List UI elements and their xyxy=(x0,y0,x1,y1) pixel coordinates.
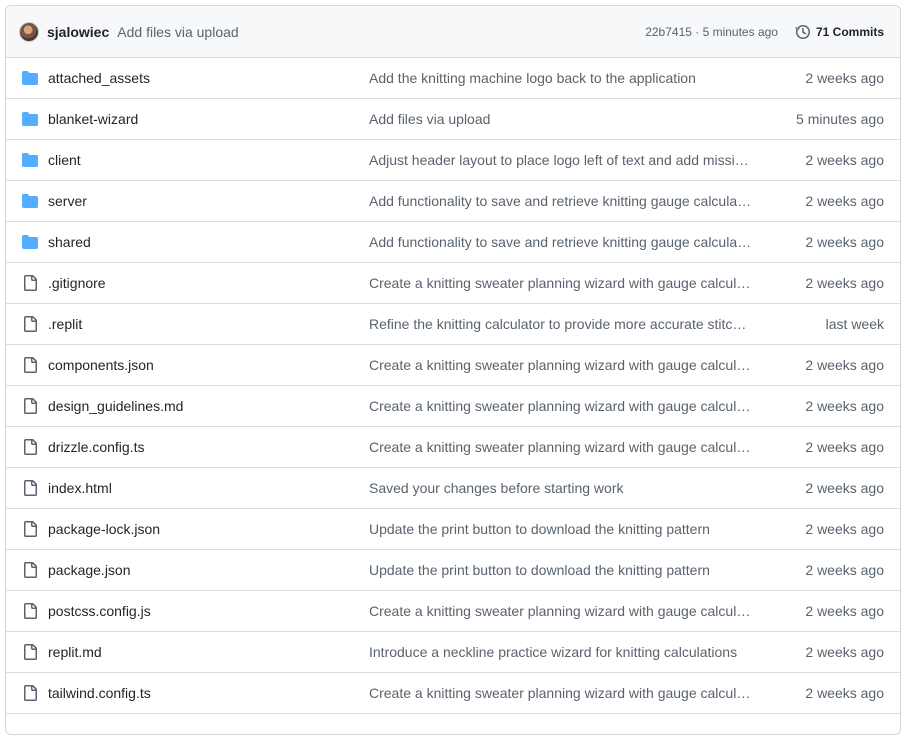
commit-message-link[interactable]: Create a knitting sweater planning wizar… xyxy=(369,603,754,619)
commit-message-link[interactable]: Add functionality to save and retrieve k… xyxy=(369,234,754,250)
commit-message-link[interactable]: Adjust header layout to place logo left … xyxy=(369,152,754,168)
commit-age: 2 weeks ago xyxy=(805,357,884,373)
file-name-link[interactable]: design_guidelines.md xyxy=(48,398,369,414)
file-icon xyxy=(22,480,38,496)
file-row[interactable]: shared Add functionality to save and ret… xyxy=(6,222,900,263)
commit-age: 2 weeks ago xyxy=(805,521,884,537)
file-icon xyxy=(22,521,38,537)
file-icon xyxy=(22,644,38,660)
file-name-link[interactable]: replit.md xyxy=(48,644,369,660)
file-row[interactable]: package-lock.json Update the print butto… xyxy=(6,509,900,550)
file-icon xyxy=(22,603,38,619)
commit-message-link[interactable]: Create a knitting sweater planning wizar… xyxy=(369,685,754,701)
commit-age: 2 weeks ago xyxy=(805,603,884,619)
file-name-link[interactable]: package.json xyxy=(48,562,369,578)
folder-icon xyxy=(22,111,38,127)
commit-age: 5 minutes ago xyxy=(796,111,884,127)
folder-icon xyxy=(22,193,38,209)
file-name-link[interactable]: shared xyxy=(48,234,369,250)
file-name-link[interactable]: server xyxy=(48,193,369,209)
commits-count-label: 71 Commits xyxy=(815,24,884,39)
file-icon xyxy=(22,685,38,701)
repo-file-browser: sjalowiec Add files via upload 22b7415 ·… xyxy=(5,5,901,735)
file-name-link[interactable]: .gitignore xyxy=(48,275,369,291)
commit-message-link[interactable]: Create a knitting sweater planning wizar… xyxy=(369,357,754,373)
commit-age: 2 weeks ago xyxy=(805,70,884,86)
commit-message-link[interactable]: Update the print button to download the … xyxy=(369,521,754,537)
commit-age: 2 weeks ago xyxy=(805,398,884,414)
commit-age: 2 weeks ago xyxy=(805,480,884,496)
file-row[interactable]: attached_assets Add the knitting machine… xyxy=(6,58,900,99)
commit-sha-time[interactable]: 22b7415 · 5 minutes ago xyxy=(645,25,778,39)
file-name-link[interactable]: blanket-wizard xyxy=(48,111,369,127)
file-row[interactable]: package.json Update the print button to … xyxy=(6,550,900,591)
commit-message-link[interactable]: Introduce a neckline practice wizard for… xyxy=(369,644,754,660)
file-row[interactable]: client Adjust header layout to place log… xyxy=(6,140,900,181)
file-row[interactable]: postcss.config.js Create a knitting swea… xyxy=(6,591,900,632)
commits-history-link[interactable]: 71 Commits xyxy=(795,24,884,40)
latest-commit-header: sjalowiec Add files via upload 22b7415 ·… xyxy=(6,6,900,58)
file-name-link[interactable]: postcss.config.js xyxy=(48,603,369,619)
commit-age: last week xyxy=(825,316,884,332)
commit-message-link[interactable]: Add functionality to save and retrieve k… xyxy=(369,193,754,209)
file-name-link[interactable]: tailwind.config.ts xyxy=(48,685,369,701)
commit-age: 2 weeks ago xyxy=(805,193,884,209)
commit-message-link[interactable]: Update the print button to download the … xyxy=(369,562,754,578)
commit-message-link[interactable]: Create a knitting sweater planning wizar… xyxy=(369,275,754,291)
file-icon xyxy=(22,398,38,414)
file-row[interactable]: components.json Create a knitting sweate… xyxy=(6,345,900,386)
file-icon xyxy=(22,275,38,291)
avatar[interactable] xyxy=(19,21,39,42)
file-row[interactable]: .replit Refine the knitting calculator t… xyxy=(6,304,900,345)
file-icon xyxy=(22,562,38,578)
file-row[interactable]: server Add functionality to save and ret… xyxy=(6,181,900,222)
commit-author-link[interactable]: sjalowiec xyxy=(47,24,109,40)
file-row[interactable]: design_guidelines.md Create a knitting s… xyxy=(6,386,900,427)
folder-icon xyxy=(22,70,38,86)
commit-message-link[interactable]: Refine the knitting calculator to provid… xyxy=(369,316,754,332)
file-list: attached_assets Add the knitting machine… xyxy=(6,58,900,714)
commit-age: 2 weeks ago xyxy=(805,152,884,168)
file-row[interactable]: blanket-wizard Add files via upload 5 mi… xyxy=(6,99,900,140)
latest-commit-message[interactable]: Add files via upload xyxy=(117,24,238,40)
file-name-link[interactable]: drizzle.config.ts xyxy=(48,439,369,455)
commit-age: 2 weeks ago xyxy=(805,685,884,701)
file-name-link[interactable]: components.json xyxy=(48,357,369,373)
file-row[interactable]: index.html Saved your changes before sta… xyxy=(6,468,900,509)
commit-age: 2 weeks ago xyxy=(805,644,884,660)
commit-message-link[interactable]: Saved your changes before starting work xyxy=(369,480,754,496)
file-name-link[interactable]: package-lock.json xyxy=(48,521,369,537)
file-row[interactable]: .gitignore Create a knitting sweater pla… xyxy=(6,263,900,304)
commit-age: 2 weeks ago xyxy=(805,275,884,291)
commit-message-link[interactable]: Create a knitting sweater planning wizar… xyxy=(369,439,754,455)
file-icon xyxy=(22,357,38,373)
file-row[interactable]: replit.md Introduce a neckline practice … xyxy=(6,632,900,673)
file-name-link[interactable]: client xyxy=(48,152,369,168)
commit-age: 2 weeks ago xyxy=(805,234,884,250)
commit-message-link[interactable]: Add the knitting machine logo back to th… xyxy=(369,70,754,86)
file-name-link[interactable]: index.html xyxy=(48,480,369,496)
folder-icon xyxy=(22,152,38,168)
file-name-link[interactable]: .replit xyxy=(48,316,369,332)
file-row[interactable]: tailwind.config.ts Create a knitting swe… xyxy=(6,673,900,714)
file-name-link[interactable]: attached_assets xyxy=(48,70,369,86)
commit-age: 2 weeks ago xyxy=(805,439,884,455)
commit-message-link[interactable]: Create a knitting sweater planning wizar… xyxy=(369,398,754,414)
file-icon xyxy=(22,316,38,332)
file-row[interactable]: drizzle.config.ts Create a knitting swea… xyxy=(6,427,900,468)
commit-message-link[interactable]: Add files via upload xyxy=(369,111,754,127)
folder-icon xyxy=(22,234,38,250)
commit-age: 2 weeks ago xyxy=(805,562,884,578)
file-icon xyxy=(22,439,38,455)
clock-icon xyxy=(795,24,811,40)
